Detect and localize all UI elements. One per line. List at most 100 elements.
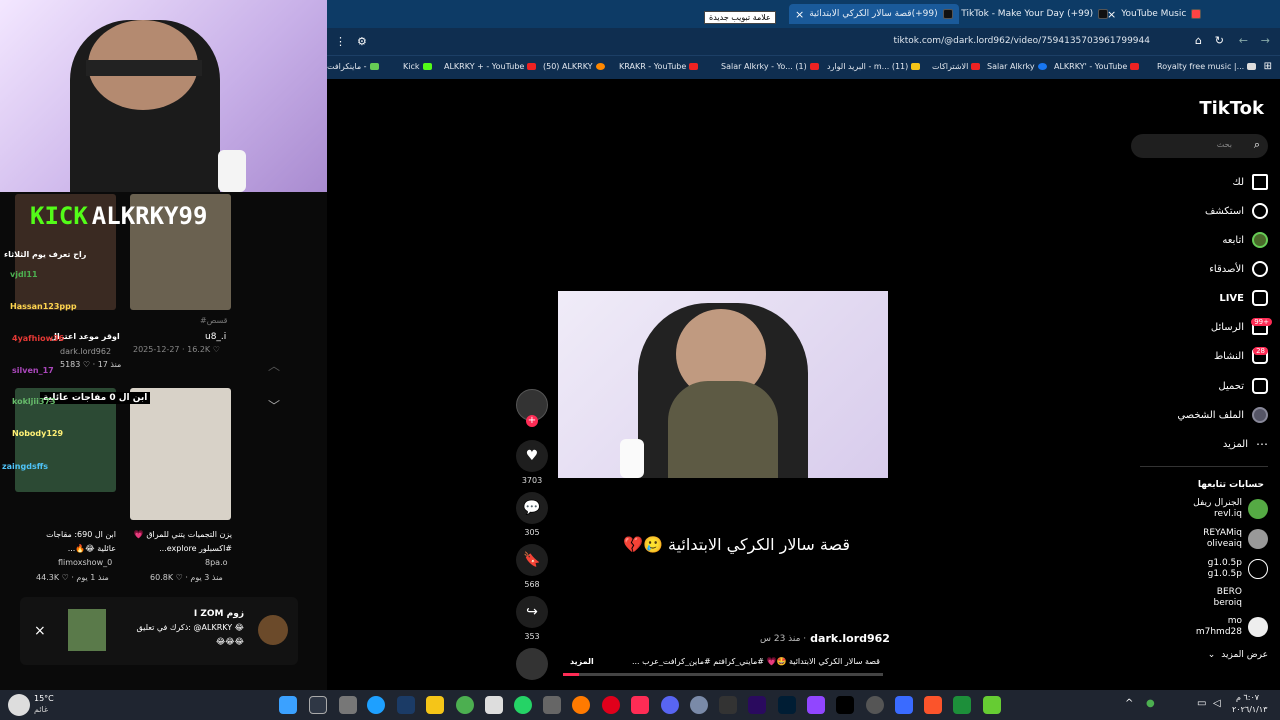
video-player[interactable]	[558, 291, 888, 478]
progress-track[interactable]	[563, 673, 883, 676]
app-icon[interactable]	[953, 696, 971, 714]
app-icon[interactable]	[572, 696, 590, 714]
taskview-icon[interactable]	[339, 696, 357, 714]
bookmark-inbox[interactable]: البريد الوارد - m... (11)	[827, 62, 921, 71]
account-item[interactable]: mo m7hmd28	[1196, 616, 1268, 638]
url-input[interactable]: tiktok.com/@dark.lord962/video/759413570…	[894, 36, 1151, 46]
nav-following[interactable]: اتابعه	[1222, 232, 1268, 248]
app-icon[interactable]	[543, 696, 561, 714]
nav-for-you[interactable]: لك	[1233, 174, 1268, 190]
close-icon[interactable]: ×	[795, 8, 804, 21]
notification-toast[interactable]: × I ZOM زوم ذكرك في تعليق: @ALKRKY 😂 😂😂😂	[20, 597, 298, 665]
menu-icon[interactable]: ⋮	[335, 35, 346, 48]
nav-more[interactable]: ⋯ المزيد	[1223, 437, 1268, 451]
whatsapp-icon[interactable]	[514, 696, 532, 714]
grid-thumb-4[interactable]	[130, 388, 231, 520]
nav-upload[interactable]: تحميل	[1218, 378, 1268, 394]
see-more-button[interactable]: عرض المزيد ⌄	[1208, 650, 1268, 660]
bookmark-royalty[interactable]: Royalty free music |...	[1157, 62, 1257, 71]
photoshop-icon[interactable]	[778, 696, 796, 714]
new-tab-tooltip: علامة تبويب جديدة	[704, 11, 776, 24]
brave-icon[interactable]	[924, 696, 942, 714]
bookmark-subscriptions[interactable]: الاشتراكات	[932, 62, 981, 71]
minecraft-icon[interactable]	[983, 696, 1001, 714]
reload-icon[interactable]: ↻	[1215, 34, 1224, 47]
chevron-down-icon[interactable]: ﹀	[268, 397, 280, 414]
account-item[interactable]: BERO beroiq	[1214, 587, 1268, 609]
folder-icon[interactable]	[426, 696, 444, 714]
avatar	[1248, 529, 1268, 549]
nav-profile[interactable]: الملف الشخصي	[1177, 407, 1268, 423]
app-icon[interactable]	[690, 696, 708, 714]
author-name[interactable]: dark.lord962	[810, 632, 890, 645]
bookmark-salar-yo[interactable]: Salar Alkrky - Yo... (1)	[721, 62, 819, 71]
nav-explore[interactable]: استكشف	[1205, 203, 1268, 219]
home-icon[interactable]: ⌂	[1195, 34, 1202, 47]
weather-icon[interactable]	[8, 694, 30, 716]
follow-plus-icon[interactable]: +	[526, 415, 538, 427]
clock-time[interactable]: ٦:٠٧ م	[1236, 693, 1259, 702]
chrome-icon[interactable]	[456, 696, 474, 714]
obs-icon[interactable]	[866, 696, 884, 714]
avatar	[1248, 617, 1268, 637]
kick-overlay: KICK ALKRKY99	[30, 202, 207, 230]
back-icon[interactable]: ←	[1239, 34, 1248, 47]
grid-stats: 44.3K ♡ · منذ 1 يوم	[36, 573, 109, 582]
tab-tiktok-video[interactable]: (99+)قصة سالار الكركي الابتدائية ×	[789, 4, 959, 24]
chevron-up-icon[interactable]: ︿	[268, 357, 280, 374]
search-icon[interactable]: ⌕	[1254, 138, 1260, 152]
like-button[interactable]: ♥ 3703	[516, 440, 548, 485]
app-icon[interactable]	[895, 696, 913, 714]
account-item[interactable]: REYAMiq oliveaiq	[1203, 528, 1268, 550]
bookmark-button[interactable]: 🔖 568	[516, 544, 548, 589]
account-item[interactable]: الجنرال ريفل revl.iq	[1193, 498, 1268, 520]
chevron-up-icon[interactable]: ^	[1125, 698, 1133, 709]
bookmark-alkrky-yt2[interactable]: ALKRKY' - YouTube	[1054, 62, 1140, 71]
start-icon[interactable]	[279, 696, 297, 714]
tiktok-icon[interactable]	[631, 696, 649, 714]
comment-button[interactable]: 💬 305	[516, 492, 548, 537]
tab-tiktok-home[interactable]: (99+) TikTok - Make Your Day ×	[947, 4, 1109, 24]
bookmark-krakr[interactable]: KRAKR - YouTube	[619, 62, 699, 71]
premiere-icon[interactable]	[748, 696, 766, 714]
discord-icon[interactable]	[661, 696, 679, 714]
opera-icon[interactable]	[602, 696, 620, 714]
app-icon[interactable]	[485, 696, 503, 714]
tab-youtube-music[interactable]: YouTube Music ×	[1107, 4, 1202, 24]
bookmark-minecraft[interactable]: ماينكرافت -	[327, 62, 379, 71]
bookmark-count: 568	[524, 580, 540, 589]
close-icon[interactable]: ×	[1107, 8, 1116, 21]
share-button[interactable]: ↪ 353	[516, 596, 548, 641]
network-icon[interactable]: ▭	[1197, 698, 1206, 709]
bookmark-kick[interactable]: Kick	[403, 62, 432, 71]
app-icon[interactable]	[807, 696, 825, 714]
chat-user: 4yafhiow36	[12, 334, 65, 343]
nav-friends[interactable]: الأصدقاء	[1209, 261, 1268, 277]
grid-username: dark.lord962	[60, 347, 112, 356]
volume-icon[interactable]: ◁	[1213, 698, 1221, 709]
search-icon[interactable]	[309, 696, 327, 714]
bookmark-salar-fb[interactable]: Salar Alkrky	[987, 62, 1047, 71]
more-button[interactable]: المزيد	[570, 657, 594, 666]
nav-live[interactable]: LIVE	[1219, 290, 1268, 306]
bookmark-alkrky-youtube[interactable]: ALKRKY + - YouTube	[444, 62, 537, 71]
mic-icon[interactable]: ●	[1146, 698, 1155, 709]
forward-icon[interactable]: →	[1261, 34, 1270, 47]
grid-icon[interactable]: ⊞	[1264, 61, 1272, 72]
edge-icon[interactable]	[367, 696, 385, 714]
tune-icon[interactable]: ⚙	[357, 35, 367, 48]
author-avatar-button[interactable]: +	[516, 389, 548, 427]
capcut-icon[interactable]	[836, 696, 854, 714]
bookmark-icon	[1247, 63, 1257, 70]
tiktok-logo[interactable]: TikTok	[1199, 98, 1264, 119]
steam-icon[interactable]	[397, 696, 415, 714]
app-icon[interactable]	[719, 696, 737, 714]
account-item[interactable]: g1.0.5p g1.0.5p	[1208, 558, 1268, 580]
clock-date[interactable]: ٢٠٢٦/١/١٣	[1232, 705, 1267, 714]
music-disc-button[interactable]	[516, 648, 548, 680]
video-caption: قصة سالار الكركي الابتدائية 🥲💔	[623, 535, 850, 554]
search-input[interactable]: بحث ⌕	[1131, 134, 1268, 158]
weather-temp: 15°C	[34, 694, 54, 703]
close-icon[interactable]: ×	[34, 623, 46, 639]
bookmark-alkrky-50[interactable]: (50) ALKRKY	[543, 62, 605, 71]
